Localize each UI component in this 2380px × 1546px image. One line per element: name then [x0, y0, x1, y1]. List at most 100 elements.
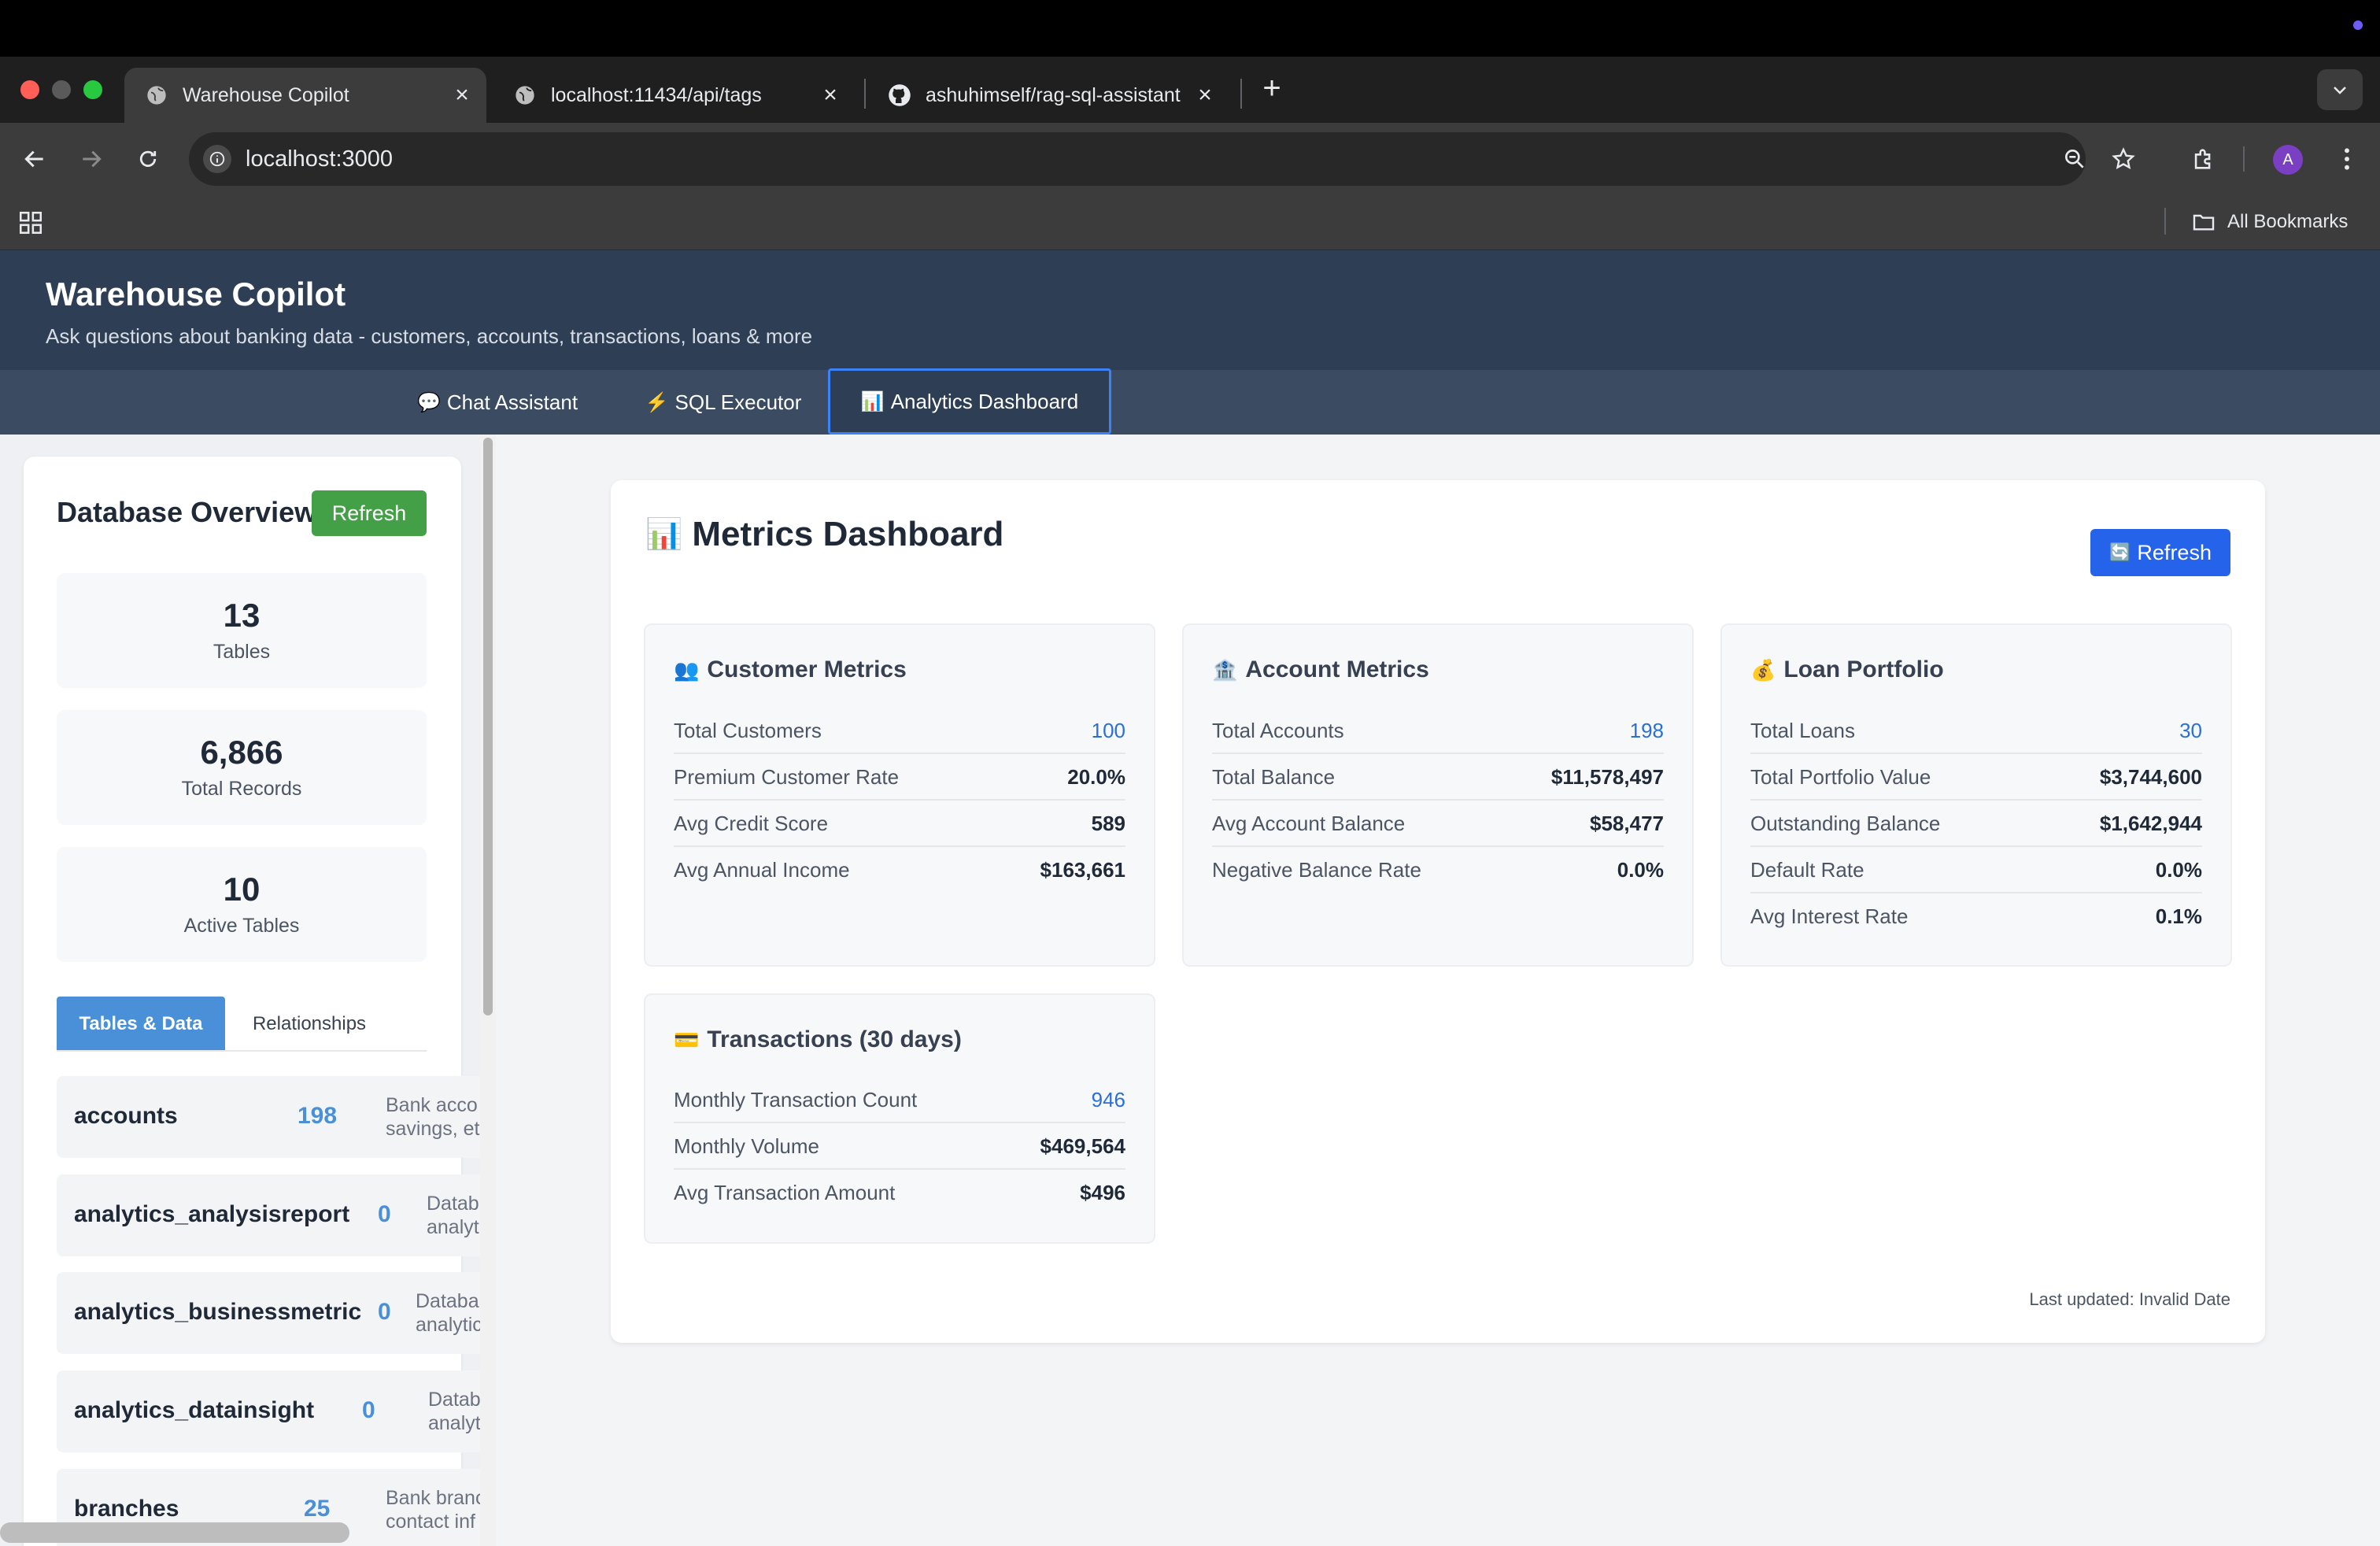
stat-label: Active Tables: [183, 915, 300, 937]
bank-icon: 🏦: [1212, 657, 1238, 682]
sidebar-horizontal-scrollbar[interactable]: [0, 1522, 349, 1543]
window-zoom-button[interactable]: [83, 80, 102, 99]
tab-label: Analytics Dashboard: [890, 389, 1079, 413]
metric-card-title: Transactions (30 days): [707, 1026, 962, 1052]
tab-search-chevron-icon[interactable]: [2317, 69, 2363, 110]
metric-label: Avg Annual Income: [674, 858, 850, 882]
extensions-puzzle-icon[interactable]: [2186, 142, 2221, 176]
folder-icon: [2193, 214, 2215, 231]
browser-tab-2[interactable]: localhost:11434/api/tags ×: [493, 68, 855, 123]
dashboard-refresh-button[interactable]: 🔄 Refresh: [2090, 529, 2230, 576]
metric-row: Avg Credit Score 589: [674, 801, 1125, 847]
metric-label: Avg Credit Score: [674, 812, 829, 835]
globe-icon: [145, 83, 168, 107]
browser-tab-3[interactable]: ashuhimself/rag-sql-assistant ×: [867, 68, 1229, 123]
table-record-count: 25: [304, 1496, 331, 1522]
zoom-magnifier-icon[interactable]: [2057, 142, 2092, 176]
metric-value: 0.1%: [2155, 904, 2202, 928]
sidebar-scrollbar-thumb[interactable]: [483, 438, 493, 1015]
table-name: analytics_datainsight: [74, 1397, 315, 1423]
reload-icon[interactable]: [131, 142, 165, 176]
apps-grid-icon[interactable]: [17, 209, 44, 236]
metric-value: $496: [1080, 1181, 1125, 1204]
globe-icon: [513, 83, 537, 107]
metric-value: 589: [1091, 812, 1125, 835]
metric-label: Total Portfolio Value: [1750, 765, 1931, 789]
bookmarks-bar: [0, 195, 2380, 250]
app-subtitle: Ask questions about banking data - custo…: [46, 324, 813, 348]
metric-value: $163,661: [1040, 858, 1125, 882]
github-icon: [888, 83, 911, 107]
lightning-icon: ⚡: [645, 391, 669, 413]
metric-row: Default Rate 0.0%: [1750, 847, 2202, 893]
metric-label: Outstanding Balance: [1750, 812, 1941, 835]
table-record-count: 0: [362, 1397, 375, 1423]
address-bar[interactable]: [189, 132, 2086, 186]
metric-value: 0.0%: [1617, 858, 1664, 882]
metric-label: Default Rate: [1750, 858, 1864, 882]
tab-tables-and-data[interactable]: Tables & Data: [57, 997, 225, 1052]
window-minimize-button[interactable]: [52, 80, 71, 99]
loan-portfolio-title: 💰 Loan Portfolio: [1750, 656, 1944, 683]
metric-row: Monthly Volume $469,564: [674, 1123, 1125, 1170]
bar-chart-icon: 📊: [860, 390, 885, 412]
metric-card-title: Loan Portfolio: [1783, 656, 1944, 682]
metric-value: 946: [1091, 1088, 1125, 1111]
bookmark-star-icon[interactable]: [2106, 142, 2141, 176]
table-name: analytics_analysisreport: [74, 1201, 350, 1227]
sidebar-refresh-button[interactable]: Refresh: [312, 490, 427, 536]
tab-label: SQL Executor: [674, 390, 802, 414]
tab-sql-executor[interactable]: ⚡ SQL Executor: [634, 370, 812, 435]
window-close-button[interactable]: [20, 80, 39, 99]
app-header: [0, 250, 2380, 370]
stat-value: 10: [223, 871, 261, 908]
table-description: Bank acco savings, et: [386, 1094, 480, 1140]
metric-row: Avg Account Balance $58,477: [1212, 801, 1664, 847]
table-row[interactable]: analytics_analysisreport 0 Datab analyt: [57, 1174, 497, 1256]
stat-value: 13: [223, 597, 261, 634]
browser-tab-1[interactable]: Warehouse Copilot ×: [124, 68, 486, 123]
tab-analytics-dashboard[interactable]: 📊 Analytics Dashboard: [828, 368, 1111, 435]
metric-label: Total Balance: [1212, 765, 1336, 789]
stat-total-records: 6,866 Total Records: [57, 710, 427, 825]
bar-chart-icon: 📊: [645, 518, 683, 551]
table-row[interactable]: analytics_businessmetric 0 Databa analyt…: [57, 1272, 497, 1354]
all-bookmarks-label: All Bookmarks: [2227, 211, 2349, 232]
speech-bubble-icon: 💬: [416, 391, 441, 413]
table-row[interactable]: analytics_datainsight 0 Datab analyt: [57, 1370, 497, 1452]
metric-value: $11,578,497: [1550, 765, 1664, 789]
table-name: accounts: [74, 1103, 178, 1129]
database-overview-title: Database Overview: [57, 496, 317, 528]
dashboard-title-text: Metrics Dashboard: [692, 515, 1004, 553]
tab-relationships[interactable]: Relationships: [236, 997, 382, 1052]
forward-arrow-icon[interactable]: [74, 142, 109, 176]
table-row[interactable]: accounts 198 Bank acco savings, et: [57, 1076, 497, 1158]
metric-row: Premium Customer Rate 20.0%: [674, 754, 1125, 801]
table-record-count: 0: [378, 1299, 391, 1325]
close-icon[interactable]: ×: [1193, 82, 1217, 108]
tab-separator: [1240, 79, 1242, 109]
new-tab-plus-icon[interactable]: +: [1256, 71, 1288, 105]
tab-chat-assistant[interactable]: 💬 Chat Assistant: [409, 370, 586, 435]
site-info-icon[interactable]: [203, 145, 231, 173]
metric-card-title: Customer Metrics: [707, 656, 907, 682]
app-title: Warehouse Copilot: [46, 276, 346, 313]
table-record-count: 198: [298, 1103, 338, 1129]
profile-avatar[interactable]: A: [2273, 145, 2303, 175]
metric-value: $3,744,600: [2099, 765, 2202, 789]
metric-row: Total Customers 100: [674, 708, 1125, 754]
metric-value: 0.0%: [2155, 858, 2202, 882]
address-url[interactable]: localhost:3000: [246, 145, 393, 173]
system-top-bar: [0, 0, 2380, 57]
metric-value: $1,642,944: [2099, 812, 2202, 835]
all-bookmarks-button[interactable]: All Bookmarks: [2191, 208, 2348, 236]
refresh-label: Refresh: [2137, 540, 2212, 564]
back-arrow-icon[interactable]: [17, 142, 52, 176]
close-icon[interactable]: ×: [819, 82, 842, 108]
people-icon: 👥: [674, 657, 700, 682]
more-vertical-icon[interactable]: [2330, 142, 2364, 176]
tab-label: Chat Assistant: [446, 390, 578, 414]
close-icon[interactable]: ×: [450, 82, 474, 108]
metric-value: 198: [1629, 719, 1664, 742]
metric-card-title: Account Metrics: [1245, 656, 1429, 682]
